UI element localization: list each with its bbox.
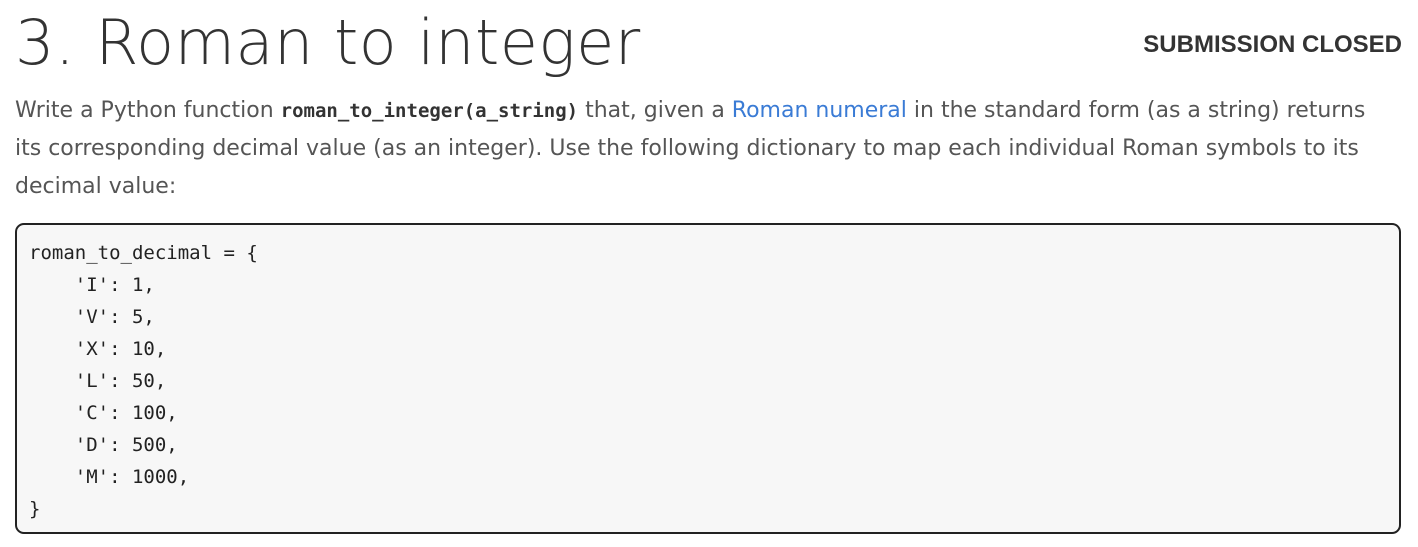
code-line: 'M': 1000,: [29, 466, 190, 488]
function-signature: roman_to_integer(a_string): [280, 100, 579, 122]
description-text-2: that, given a: [578, 98, 732, 123]
description-text-1: Write a Python function: [15, 98, 281, 123]
header: 3. Roman to integer SUBMISSION CLOSED: [15, 4, 1402, 84]
code-line: 'X': 10,: [29, 338, 167, 360]
submission-status-label: SUBMISSION CLOSED: [1143, 31, 1402, 58]
code-line: 'D': 500,: [29, 434, 178, 456]
code-block: roman_to_decimal = { 'I': 1, 'V': 5, 'X'…: [15, 223, 1401, 534]
code-line: 'I': 1,: [29, 274, 155, 296]
code-line: }: [29, 498, 41, 520]
code-line: 'L': 50,: [29, 370, 167, 392]
code-line: 'V': 5,: [29, 306, 155, 328]
roman-numeral-link[interactable]: Roman numeral: [732, 98, 907, 123]
page-title: 3. Roman to integer: [15, 6, 641, 79]
problem-description: Write a Python function roman_to_integer…: [15, 92, 1385, 206]
code-line: roman_to_decimal = {: [29, 242, 258, 264]
code-line: 'C': 100,: [29, 402, 178, 424]
